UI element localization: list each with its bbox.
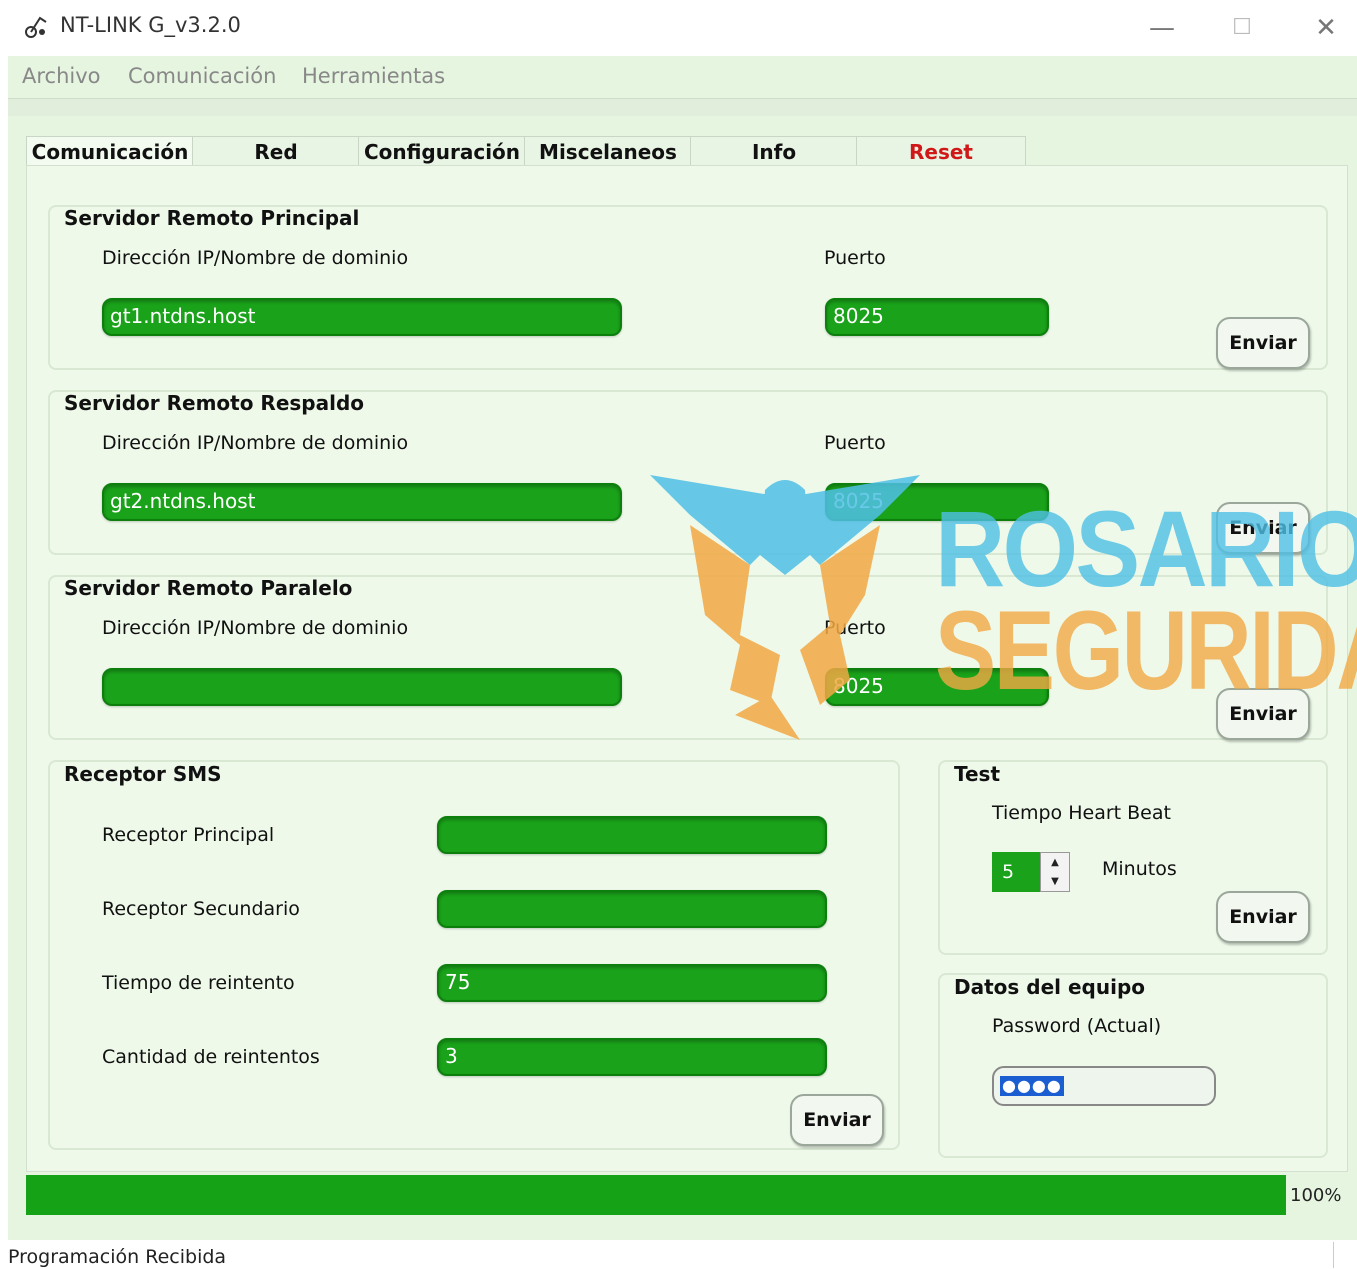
maximize-button[interactable]: ☐ — [1220, 8, 1264, 48]
sms-send-button[interactable]: Enviar — [790, 1094, 884, 1146]
progress-fill — [26, 1175, 1286, 1215]
test-send-button[interactable]: Enviar — [1216, 891, 1310, 943]
status-text: Programación Recibida — [8, 1246, 227, 1268]
window-title: NT-LINK G_v3.2.0 — [60, 13, 241, 37]
host-label: Dirección IP/Nombre de dominio — [102, 617, 409, 639]
retry-count-label: Cantidad de reintentos — [102, 1046, 320, 1068]
watermark-line1: ROSARIO — [935, 488, 1357, 609]
port-label: Puerto — [824, 247, 886, 269]
spin-down-icon[interactable]: ▼ — [1041, 872, 1069, 891]
sms-secundario-input[interactable] — [437, 890, 827, 928]
tab-label: Red — [254, 140, 298, 164]
group-title: Servidor Remoto Principal — [64, 206, 360, 230]
tab-label: Miscelaneos — [539, 140, 677, 164]
sms-principal-input[interactable] — [437, 816, 827, 854]
heartbeat-label: Tiempo Heart Beat — [992, 802, 1171, 824]
menu-herramientas[interactable]: Herramientas — [302, 64, 445, 88]
tab-label: Comunicación — [31, 140, 189, 164]
group-title: Receptor SMS — [64, 762, 222, 786]
group-title: Test — [954, 762, 1001, 786]
status-separator — [1333, 1242, 1334, 1268]
host-input[interactable]: gt2.ntdns.host — [102, 483, 622, 521]
tab-label: Reset — [909, 140, 973, 164]
host-label: Dirección IP/Nombre de dominio — [102, 432, 409, 454]
heartbeat-input[interactable]: 5 — [992, 852, 1042, 892]
app-icon — [22, 12, 50, 40]
retry-count-input[interactable]: 3 — [437, 1038, 827, 1076]
group-title: Datos del equipo — [954, 975, 1145, 999]
minimize-button[interactable]: — — [1140, 8, 1184, 48]
host-label: Dirección IP/Nombre de dominio — [102, 247, 409, 269]
sms-secundario-label: Receptor Secundario — [102, 898, 300, 920]
tab-red[interactable]: Red — [192, 136, 360, 167]
port-label: Puerto — [824, 432, 886, 454]
retry-time-label: Tiempo de reintento — [102, 972, 295, 994]
tab-comunicacion[interactable]: Comunicación — [26, 136, 194, 167]
retry-time-input[interactable]: 75 — [437, 964, 827, 1002]
password-mask: ●●●● — [1000, 1076, 1064, 1096]
close-button[interactable]: ✕ — [1304, 8, 1348, 48]
tab-miscelaneos[interactable]: Miscelaneos — [524, 136, 692, 167]
tab-label: Info — [751, 140, 797, 164]
toolbar-strip — [8, 98, 1357, 117]
host-input[interactable]: gt1.ntdns.host — [102, 298, 622, 336]
send-button[interactable]: Enviar — [1216, 317, 1310, 369]
minutes-label: Minutos — [1102, 858, 1177, 880]
menu-archivo[interactable]: Archivo — [22, 64, 101, 88]
group-title: Servidor Remoto Respaldo — [64, 391, 365, 415]
tab-label: Configuración — [363, 140, 521, 164]
sms-principal-label: Receptor Principal — [102, 824, 275, 846]
heartbeat-spinner: ▲ ▼ — [1040, 852, 1070, 892]
spin-up-icon[interactable]: ▲ — [1041, 853, 1069, 872]
tab-info[interactable]: Info — [690, 136, 858, 167]
tab-reset[interactable]: Reset — [856, 136, 1026, 167]
watermark-line2: SEGURIDA — [935, 588, 1357, 713]
password-label: Password (Actual) — [992, 1015, 1162, 1037]
tab-configuracion[interactable]: Configuración — [358, 136, 526, 167]
progress-label: 100% — [1290, 1185, 1342, 1206]
port-input[interactable]: 8025 — [825, 298, 1049, 336]
menu-comunicacion[interactable]: Comunicación — [128, 64, 276, 88]
host-input[interactable] — [102, 668, 622, 706]
watermark-eagle-logo — [650, 475, 920, 740]
group-title: Servidor Remoto Paralelo — [64, 576, 353, 600]
